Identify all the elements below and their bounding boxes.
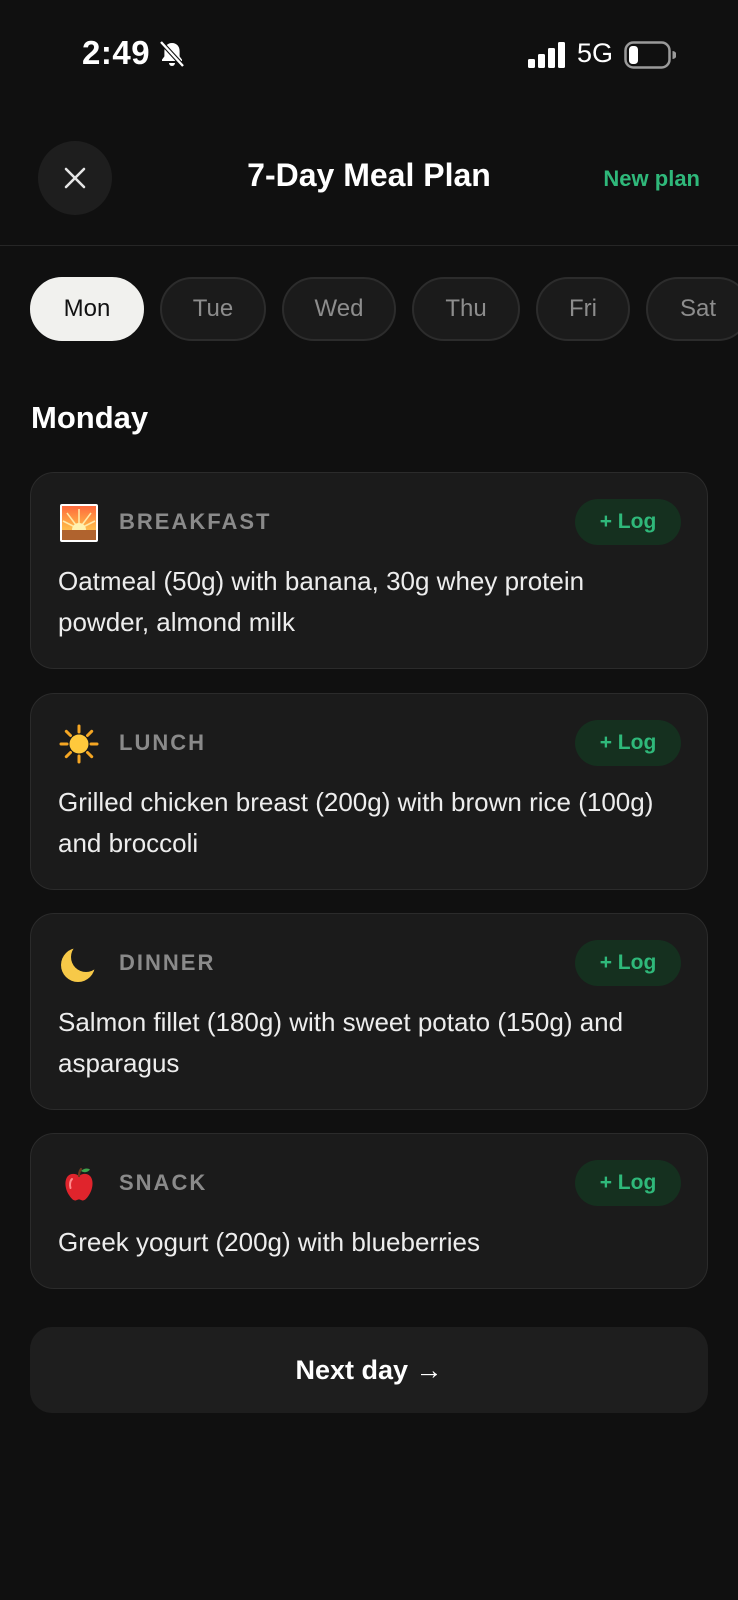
sunrise-icon xyxy=(60,504,98,542)
apple-icon xyxy=(65,1167,93,1201)
meal-type-label: SNACK xyxy=(119,1170,208,1195)
sun-icon xyxy=(59,724,99,764)
log-snack-button[interactable]: + Log xyxy=(575,1160,681,1206)
day-heading: Monday xyxy=(31,400,149,435)
tab-mon[interactable]: Mon xyxy=(30,277,144,341)
meal-card-dinner: DINNER + Log Salmon fillet (180g) with s… xyxy=(30,913,708,1110)
meal-description: Greek yogurt (200g) with blueberries xyxy=(58,1227,480,1257)
meal-description: Grilled chicken breast (200g) with brown… xyxy=(58,787,654,858)
next-day-button[interactable]: Next day → xyxy=(30,1327,708,1413)
close-button[interactable] xyxy=(38,141,112,215)
log-breakfast-button[interactable]: + Log xyxy=(575,499,681,545)
meal-plan-screen: 2:49 5G 7-Day Meal Plan New plan Mon Tue… xyxy=(0,0,738,1600)
crescent-moon-icon xyxy=(61,948,95,982)
network-label: 5G xyxy=(577,38,614,68)
meal-type-label: BREAKFAST xyxy=(119,509,272,534)
tab-tue[interactable]: Tue xyxy=(160,277,266,341)
tab-wed[interactable]: Wed xyxy=(282,277,396,341)
status-bar: 2:49 5G xyxy=(0,0,738,110)
header-divider xyxy=(0,245,738,246)
meal-type-label: DINNER xyxy=(119,950,216,975)
tab-sat[interactable]: Sat xyxy=(646,277,738,341)
tab-thu[interactable]: Thu xyxy=(412,277,520,341)
day-tabs: Mon Tue Wed Thu Fri Sat xyxy=(30,277,738,341)
tab-fri[interactable]: Fri xyxy=(536,277,630,341)
battery-icon xyxy=(624,41,676,69)
meal-card-lunch: LUNCH + Log Grilled chicken breast (200g… xyxy=(30,693,708,890)
new-plan-button[interactable]: New plan xyxy=(603,166,700,192)
meal-description: Oatmeal (50g) with banana, 30g whey prot… xyxy=(58,566,585,637)
meal-card-snack: SNACK + Log Greek yogurt (200g) with blu… xyxy=(30,1133,708,1289)
log-lunch-button[interactable]: + Log xyxy=(575,720,681,766)
header: 7-Day Meal Plan New plan xyxy=(0,135,738,245)
cellular-signal-icon xyxy=(528,42,565,68)
bell-muted-icon xyxy=(159,40,185,68)
meal-type-label: LUNCH xyxy=(119,730,206,755)
meal-card-breakfast: BREAKFAST + Log Oatmeal (50g) with banan… xyxy=(30,472,708,669)
status-time: 2:49 xyxy=(82,34,151,71)
meal-description: Salmon fillet (180g) with sweet potato (… xyxy=(58,1007,624,1078)
log-dinner-button[interactable]: + Log xyxy=(575,940,681,986)
close-icon xyxy=(64,167,86,189)
